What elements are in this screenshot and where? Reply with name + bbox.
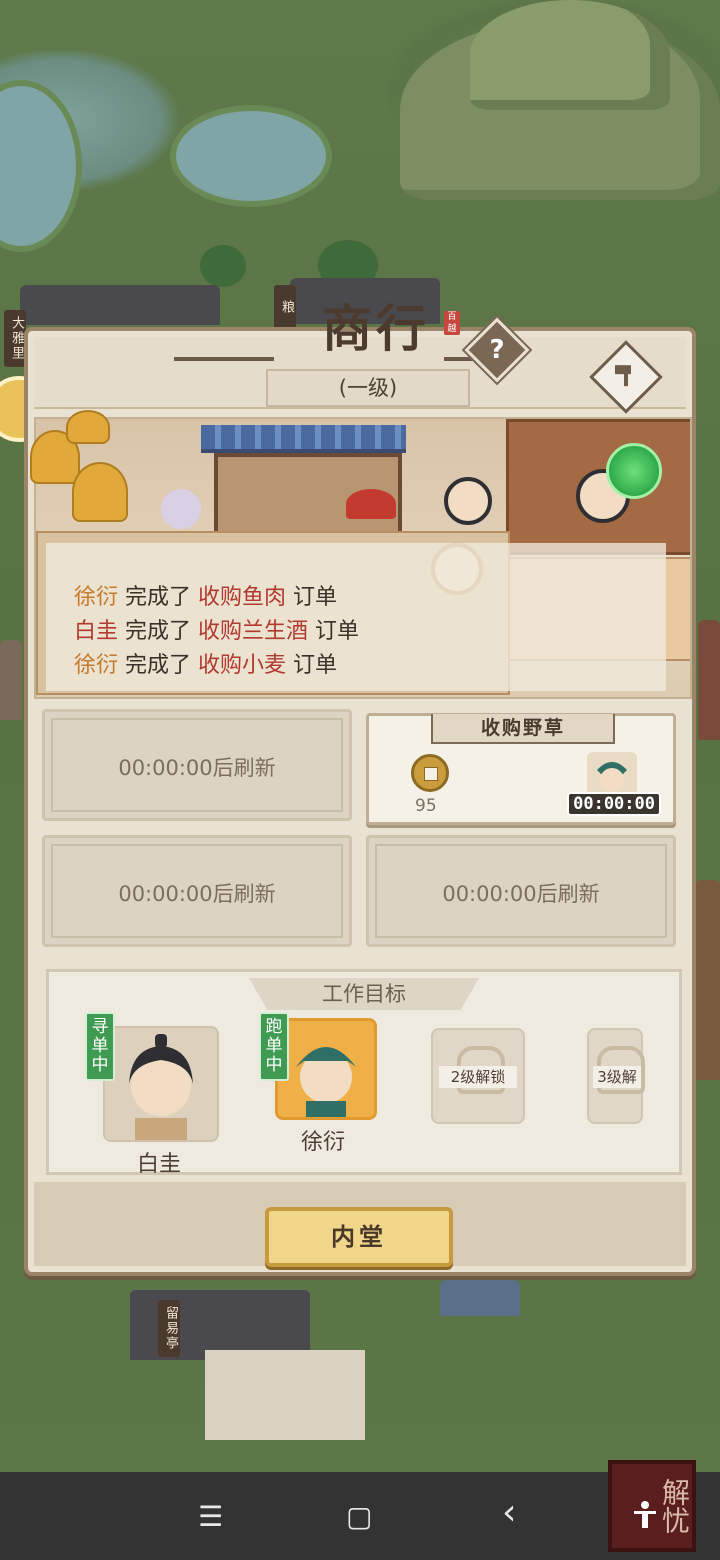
status-tag-seeking: 寻单中	[85, 1012, 115, 1081]
worker-name: 白圭	[136, 1152, 181, 1177]
order-log: 徐衍 完成了 收购鱼肉 订单 白圭 完成了 收购兰生酒 订单 徐衍 完成了 收购…	[46, 543, 666, 691]
dialog-header: 商行 百越 ? (一级)	[34, 299, 686, 414]
order-slot-active[interactable]: 收购野草 95 00:00:00	[366, 713, 676, 825]
building-edge	[698, 620, 720, 740]
upgrade-button[interactable]	[589, 340, 663, 414]
locked-slot[interactable]: 3级解	[587, 1028, 645, 1124]
tree	[200, 245, 246, 287]
order-slot-empty[interactable]: 00:00:00后刷新	[42, 835, 352, 947]
work-goals-panel: 工作目标 寻单中 白圭 跑单中 徐衍 2级解锁 3级解	[46, 969, 682, 1177]
refresh-timer-label: 00:00:00后刷新	[442, 882, 600, 906]
log-verb: 完成了	[125, 585, 192, 610]
worker-portrait-baigui[interactable]	[103, 1026, 219, 1142]
work-goals-title: 工作目标	[249, 978, 479, 1010]
log-who: 徐衍	[74, 585, 119, 610]
clerk	[444, 477, 492, 525]
log-line: 白圭 完成了 收购兰生酒 订单	[74, 613, 359, 645]
bell-icon	[72, 462, 128, 522]
boat	[440, 1280, 520, 1316]
home-button[interactable]: ▢	[346, 1500, 372, 1533]
log-suffix: 订单	[315, 619, 360, 644]
trading-house-dialog: 商行 百越 ? (一级) 徐衍 完成了 收购鱼肉 订单 白圭 完成了 收购兰生酒…	[24, 299, 696, 1276]
log-who: 徐衍	[74, 653, 119, 678]
seal-stamp: 百越	[444, 311, 460, 335]
log-line: 徐衍 完成了 收购小麦 订单	[74, 647, 337, 679]
log-what: 收购小麦	[198, 653, 287, 678]
shop-scene: 徐衍 完成了 收购鱼肉 订单 白圭 完成了 收购兰生酒 订单 徐衍 完成了 收购…	[34, 417, 692, 699]
reward-amount: 95	[415, 796, 437, 816]
bell-icon	[66, 410, 110, 444]
coin-icon	[411, 754, 449, 792]
building-roof	[20, 285, 220, 325]
pond	[170, 105, 332, 207]
worker-portrait-xuyan[interactable]	[275, 1018, 377, 1120]
hammer-icon	[615, 365, 631, 387]
menu-button[interactable]: ☰	[198, 1500, 223, 1533]
building-edge	[0, 640, 22, 720]
pond	[0, 80, 82, 252]
locked-slot[interactable]: 2级解锁	[431, 1028, 525, 1124]
order-timer: 00:00:00	[567, 792, 661, 816]
refresh-timer-label: 00:00:00后刷新	[118, 882, 276, 906]
inner-hall-button[interactable]: 内堂	[265, 1207, 453, 1267]
title-plate: 商行 百越	[234, 299, 504, 367]
jade-icon[interactable]	[606, 443, 662, 499]
order-title: 收购野草	[431, 714, 615, 744]
cat-customer	[161, 489, 201, 529]
mountain	[470, 0, 670, 110]
log-suffix: 订单	[293, 585, 338, 610]
log-line: 徐衍 完成了 收购鱼肉 订单	[74, 579, 337, 611]
building-edge	[696, 880, 720, 1080]
back-button[interactable]: ‹	[502, 1492, 516, 1533]
map-sign[interactable]: 大雅里	[4, 310, 26, 367]
log-verb: 完成了	[125, 619, 192, 644]
status-tag-running: 跑单中	[259, 1012, 289, 1081]
level-label: (一级)	[266, 369, 470, 407]
accessibility-icon[interactable]	[630, 1500, 660, 1530]
question-icon: ?	[489, 335, 505, 365]
baigui-avatar	[129, 1034, 193, 1140]
worker-name: 徐衍	[300, 1130, 345, 1155]
log-who: 白圭	[74, 619, 119, 644]
log-suffix: 订单	[293, 653, 338, 678]
log-what: 收购兰生酒	[198, 619, 309, 644]
awning	[201, 425, 406, 453]
building-wall	[205, 1350, 365, 1440]
refresh-timer-label: 00:00:00后刷新	[118, 756, 276, 780]
unlock-label: 2级解锁	[439, 1066, 517, 1088]
order-slot-empty[interactable]: 00:00:00后刷新	[366, 835, 676, 947]
hat-customer	[346, 489, 396, 519]
unlock-label: 3级解	[593, 1066, 641, 1088]
map-sign[interactable]: 留易亭	[158, 1300, 180, 1357]
log-what: 收购鱼肉	[198, 585, 287, 610]
log-verb: 完成了	[125, 653, 192, 678]
order-slot-empty[interactable]: 00:00:00后刷新	[42, 709, 352, 821]
dialog-title: 商行	[322, 299, 430, 358]
xuyan-avatar	[296, 1047, 356, 1117]
